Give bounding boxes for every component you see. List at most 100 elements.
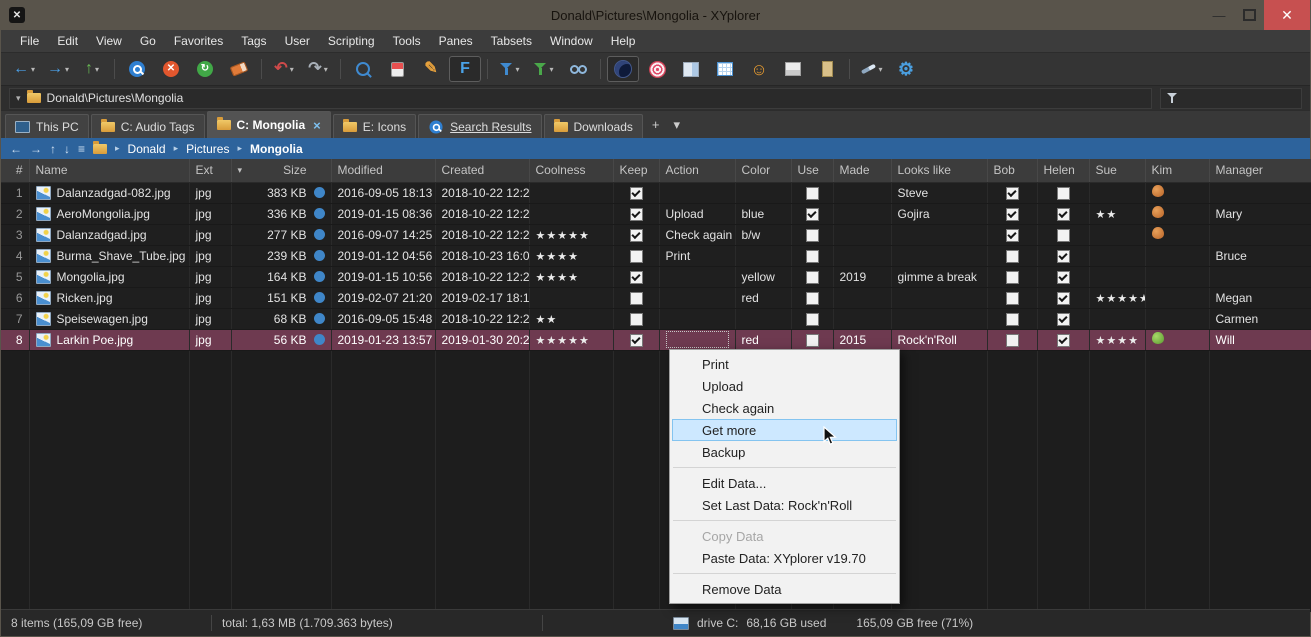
col-header-helen[interactable]: Helen [1037, 159, 1089, 182]
dropdown-caret[interactable]: ▾ [515, 65, 519, 74]
minimize-button[interactable]: — [1204, 0, 1234, 30]
dropdown-caret[interactable]: ▾ [65, 65, 69, 74]
address-bar[interactable]: ▾ Donald\Pictures\Mongolia [9, 88, 1152, 109]
col-header-bob[interactable]: Bob [987, 159, 1037, 182]
refresh-icon[interactable]: ↻ [189, 56, 221, 82]
forward-button[interactable]: →▾ [42, 56, 74, 82]
new-tab-button[interactable]: + [645, 117, 667, 132]
keep-checkbox[interactable] [630, 292, 643, 305]
grid-view-icon[interactable] [709, 56, 741, 82]
title-bar[interactable]: ✕ Donald\Pictures\Mongolia - XYplorer — … [1, 0, 1310, 30]
menu-item-user[interactable]: User [276, 30, 319, 52]
context-menu-item-upload[interactable]: Upload [672, 375, 897, 397]
close-button[interactable]: ✕ [1264, 0, 1310, 30]
bob-checkbox[interactable] [1006, 208, 1019, 221]
dark-mode-toggle[interactable] [607, 56, 639, 82]
highlighter-icon[interactable]: ✎ [415, 56, 447, 82]
bob-checkbox[interactable] [1006, 292, 1019, 305]
file-row-dalanzadgad-jpg[interactable]: 3Dalanzadgad.jpgjpg277 KB2016-09-07 14:2… [1, 224, 1311, 245]
menu-item-edit[interactable]: Edit [48, 30, 87, 52]
tab-downloads[interactable]: Downloads [544, 114, 643, 138]
context-menu-item-print[interactable]: Print [672, 353, 897, 375]
col-header-modified[interactable]: Modified [331, 159, 435, 182]
use-checkbox[interactable] [806, 271, 819, 284]
file-row-speisewagen-jpg[interactable]: 7Speisewagen.jpgjpg68 KB2016-09-05 15:48… [1, 308, 1311, 329]
menu-item-help[interactable]: Help [602, 30, 645, 52]
back-arrow-icon[interactable]: ← [10, 142, 22, 156]
context-menu-item-get-more[interactable]: Get more [672, 419, 897, 441]
menu-item-file[interactable]: File [11, 30, 48, 52]
menu-item-panes[interactable]: Panes [430, 30, 482, 52]
menu-item-go[interactable]: Go [131, 30, 165, 52]
file-row-larkin-poe-jpg[interactable]: 8Larkin Poe.jpgjpg56 KB2019-01-23 13:572… [1, 329, 1311, 350]
wand-icon[interactable]: ▾ [856, 56, 888, 82]
col-header-coolness[interactable]: Coolness [529, 159, 613, 182]
menu-item-favorites[interactable]: Favorites [165, 30, 232, 52]
tab-search-results[interactable]: Search Results [418, 114, 541, 138]
use-checkbox[interactable] [806, 292, 819, 305]
col-header-keep[interactable]: Keep [613, 159, 659, 182]
down-arrow-icon[interactable]: ↓ [64, 142, 70, 156]
helen-checkbox[interactable] [1057, 229, 1070, 242]
bob-checkbox[interactable] [1006, 229, 1019, 242]
col-header-item[interactable]: # [1, 159, 29, 182]
tab-list-caret[interactable]: ▾ [666, 117, 687, 133]
use-checkbox[interactable] [806, 187, 819, 200]
helen-checkbox[interactable] [1057, 208, 1070, 221]
tab-close-button[interactable]: × [313, 118, 321, 133]
col-header-size[interactable]: ▾Size [231, 159, 331, 182]
horizontal-panes-icon[interactable] [777, 56, 809, 82]
menu-item-view[interactable]: View [87, 30, 131, 52]
file-row-burma-shave-tube-jpg[interactable]: 4Burma_Shave_Tube.jpgjpg239 KB2019-01-12… [1, 245, 1311, 266]
context-menu-item-paste-data-xyplorer-v19-70[interactable]: Paste Data: XYplorer v19.70 [672, 547, 897, 569]
color-filter-jar-icon[interactable] [381, 56, 413, 82]
dropdown-caret[interactable]: ▾ [290, 65, 294, 74]
breadcrumb-segment-mongolia[interactable]: Mongolia [250, 142, 303, 156]
dual-pane-icon[interactable] [675, 56, 707, 82]
find-files-icon[interactable] [347, 56, 379, 82]
zoom-circle-icon[interactable] [121, 56, 153, 82]
keep-checkbox[interactable] [630, 313, 643, 326]
menu-item-window[interactable]: Window [541, 30, 602, 52]
helen-checkbox[interactable] [1057, 271, 1070, 284]
tab-c-audio-tags[interactable]: C: Audio Tags [91, 114, 205, 138]
col-header-action[interactable]: Action [659, 159, 735, 182]
col-header-use[interactable]: Use [791, 159, 833, 182]
bob-checkbox[interactable] [1006, 334, 1019, 347]
undo-button[interactable]: ↶▾ [268, 56, 300, 82]
use-checkbox[interactable] [806, 334, 819, 347]
file-row-ricken-jpg[interactable]: 6Ricken.jpgjpg151 KB2019-02-07 21:202019… [1, 287, 1311, 308]
eraser-icon[interactable] [223, 56, 255, 82]
visual-filter-green-icon[interactable]: ▾ [528, 56, 560, 82]
context-menu-item-check-again[interactable]: Check again [672, 397, 897, 419]
col-header-color[interactable]: Color [735, 159, 791, 182]
floating-preview-toggle[interactable]: F [449, 56, 481, 82]
address-dropdown-icon[interactable]: ▾ [16, 93, 21, 104]
context-menu-item-edit-data[interactable]: Edit Data... [672, 472, 897, 494]
col-header-sue[interactable]: Sue [1089, 159, 1145, 182]
smiley-icon[interactable]: ☺ [743, 56, 775, 82]
bob-checkbox[interactable] [1006, 187, 1019, 200]
menu-icon[interactable]: ≡ [78, 142, 85, 156]
keep-checkbox[interactable] [630, 187, 643, 200]
file-row-mongolia-jpg[interactable]: 5Mongolia.jpgjpg164 KB2019-01-15 10:5620… [1, 266, 1311, 287]
menu-item-scripting[interactable]: Scripting [319, 30, 384, 52]
helen-checkbox[interactable] [1057, 187, 1070, 200]
context-menu-item-backup[interactable]: Backup [672, 441, 897, 463]
helen-checkbox[interactable] [1057, 313, 1070, 326]
up-button[interactable]: ↑▾ [76, 56, 108, 82]
col-header-looks-like[interactable]: Looks like [891, 159, 987, 182]
breadcrumb-segment-pictures[interactable]: Pictures [186, 142, 229, 156]
use-checkbox[interactable] [806, 208, 819, 221]
menu-item-tools[interactable]: Tools [384, 30, 430, 52]
col-header-name[interactable]: Name [29, 159, 189, 182]
helen-checkbox[interactable] [1057, 334, 1070, 347]
bob-checkbox[interactable] [1006, 313, 1019, 326]
bob-checkbox[interactable] [1006, 271, 1019, 284]
maximize-button[interactable] [1234, 0, 1264, 30]
up-arrow-icon[interactable]: ↑ [50, 142, 56, 156]
use-checkbox[interactable] [806, 313, 819, 326]
forward-arrow-icon[interactable]: → [30, 142, 42, 156]
dropdown-caret[interactable]: ▾ [95, 65, 99, 74]
file-row-aeromongolia-jpg[interactable]: 2AeroMongolia.jpgjpg336 KB2019-01-15 08:… [1, 203, 1311, 224]
